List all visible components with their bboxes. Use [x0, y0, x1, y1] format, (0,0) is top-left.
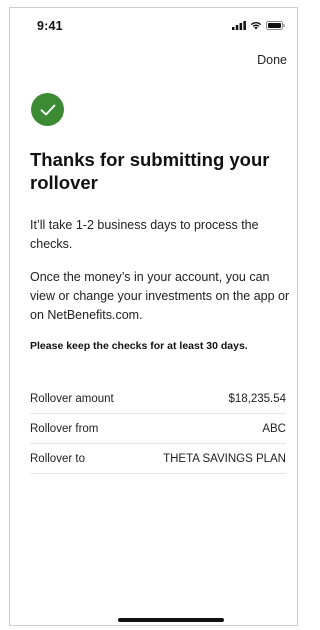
status-time: 9:41	[37, 19, 63, 33]
investments-info-text: Once the money’s in your account, you ca…	[30, 270, 290, 322]
detail-row-from: Rollover from ABC	[30, 414, 286, 444]
detail-value: ABC	[262, 422, 286, 435]
phone-screen: 9:41 Done Thanks for submitting your rol…	[9, 7, 298, 626]
wifi-icon	[250, 21, 262, 30]
detail-row-amount: Rollover amount $18,235.54	[30, 384, 286, 414]
detail-value: $18,235.54	[228, 392, 286, 405]
rollover-details: Rollover amount $18,235.54 Rollover from…	[30, 384, 286, 474]
detail-label: Rollover from	[30, 422, 99, 435]
keep-checks-note: Please keep the checks for at least 30 d…	[30, 340, 248, 352]
processing-info-text: It’ll take 1-2 business days to process …	[30, 218, 259, 251]
done-button[interactable]: Done	[257, 53, 287, 67]
detail-label: Rollover to	[30, 452, 85, 465]
detail-row-to: Rollover to THETA SAVINGS PLAN	[30, 444, 286, 474]
success-badge	[31, 93, 64, 126]
status-icons	[232, 21, 285, 30]
status-bar: 9:41	[10, 8, 297, 44]
home-indicator[interactable]	[118, 618, 224, 622]
detail-label: Rollover amount	[30, 392, 114, 405]
page-title: Thanks for submitting your rollover	[30, 149, 270, 193]
checkmark-icon	[40, 104, 55, 115]
signal-icon	[232, 21, 246, 30]
battery-icon	[266, 21, 285, 30]
detail-value: THETA SAVINGS PLAN	[163, 452, 286, 465]
